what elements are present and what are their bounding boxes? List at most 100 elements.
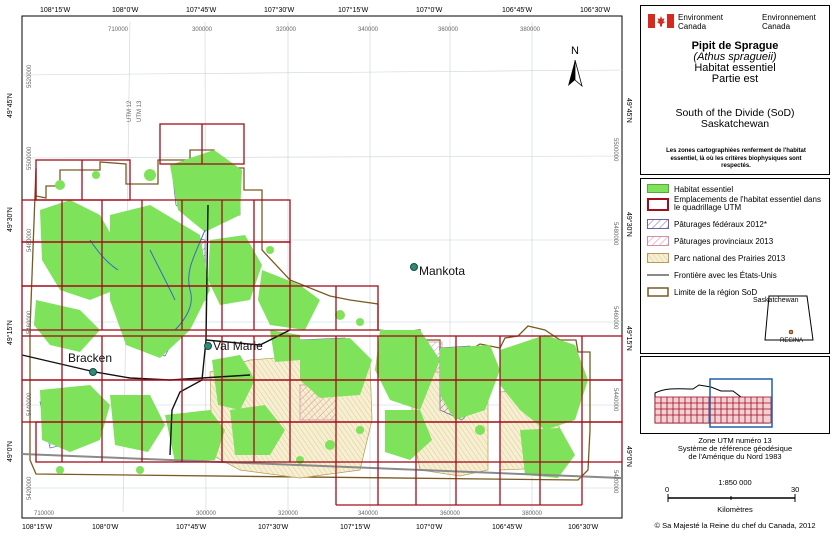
legend-panel: Habitat essentiel Emplacements de l'habi… xyxy=(640,178,830,354)
lon-bottom-4: 107°30'W xyxy=(258,523,289,531)
lon-top-5: 107°15'W xyxy=(338,6,369,14)
scale-min: 0 xyxy=(665,485,670,494)
lat-labels-right: 49°45'N 49°30'N 49°15'N 49°0'N xyxy=(625,98,633,467)
northing-right-3: 5460000 xyxy=(612,306,618,330)
northing-right-2: 5480000 xyxy=(612,222,618,246)
regina-marker xyxy=(788,329,794,335)
easting-top-2: 300000 xyxy=(192,27,213,33)
inset-city-label: REGINA xyxy=(780,338,804,344)
northing-right-5: 5420000 xyxy=(612,470,618,494)
legend-item-sod: Limite de la région SoD xyxy=(647,287,757,299)
dept-en-line1: Environment xyxy=(678,13,723,22)
northing-left-6: 5420000 xyxy=(27,476,33,500)
dept-en-line2: Canada xyxy=(678,22,707,31)
projection-block: Zone UTM numéro 13 Système de référence … xyxy=(640,437,830,461)
legend-label-federal: Pâturages fédéraux 2012* xyxy=(674,220,767,229)
lat-labels-left: 49°45'N 49°30'N 49°15'N 49°0'N xyxy=(6,93,14,462)
easting-top-4: 340000 xyxy=(358,27,379,33)
lon-top-1: 108°15'W xyxy=(40,6,71,14)
lon-labels-bottom: 108°15'W 108°0'W 107°45'W 107°30'W 107°1… xyxy=(22,523,599,531)
lon-bottom-6: 107°0'W xyxy=(416,523,443,531)
copyright: © Sa Majesté la Reine du chef du Canada,… xyxy=(654,521,816,530)
easting-bottom-2: 300000 xyxy=(196,511,217,517)
lat-left-3: 49°15'N xyxy=(6,320,14,345)
scale-unit: Kilomètres xyxy=(717,505,753,514)
legend-swatch-park xyxy=(647,253,669,263)
legend-label-utm-grid: Emplacements de l'habitat essentiel dans… xyxy=(674,195,821,212)
town-label-val-marie: Val Marie xyxy=(213,339,263,353)
region-line2: Saskatchewan xyxy=(700,118,770,130)
lat-left-4: 49°0'N xyxy=(6,441,14,462)
easting-top-1: 710000 xyxy=(108,27,129,33)
overview-grid xyxy=(654,396,772,424)
easting-bottom-4: 340000 xyxy=(358,511,379,517)
northing-left-5: 5440000 xyxy=(27,392,33,416)
legend-label-provincial: Pâturages provinciaux 2013 xyxy=(674,237,774,246)
town-label-bracken: Bracken xyxy=(68,351,112,365)
legend-swatch-habitat xyxy=(647,184,669,193)
northing-left-2: 5500000 xyxy=(27,146,33,170)
lon-top-8: 106°30'W xyxy=(580,6,611,14)
legend-label-sod: Limite de la région SoD xyxy=(674,288,758,297)
town-label-mankota: Mankota xyxy=(419,264,465,278)
easting-top-5: 360000 xyxy=(438,27,459,33)
northing-right-1: 5500000 xyxy=(612,138,618,162)
lon-top-4: 107°30'W xyxy=(264,6,295,14)
northing-left-3: 5480000 xyxy=(27,228,33,252)
lat-left-1: 49°45'N xyxy=(6,93,14,118)
north-arrow-label: N xyxy=(571,45,579,57)
title-part: Partie est xyxy=(711,73,759,85)
easting-bottom-1: 710000 xyxy=(34,511,55,517)
lat-right-3: 49°15'N xyxy=(625,326,633,351)
habitat-note: Les zones cartographiées renferment de l… xyxy=(666,148,806,169)
dept-fr-line2: Canada xyxy=(762,22,791,31)
lon-bottom-2: 108°0'W xyxy=(92,523,119,531)
map-title: Pipit de Sprague (Athus spragueii) Habit… xyxy=(641,41,829,85)
legend-swatch-provincial xyxy=(647,236,669,246)
legend-swatch-sod xyxy=(647,287,669,297)
lon-top-7: 106°45'W xyxy=(502,6,533,14)
region-title: South of the Divide (SoD) Saskatchewan xyxy=(641,108,829,130)
legend-swatch-federal xyxy=(647,219,669,229)
lat-right-1: 49°45'N xyxy=(625,98,633,123)
northing-right-4: 5440000 xyxy=(612,388,618,412)
title-panel: Environment Canada Environnement Canada … xyxy=(640,5,830,175)
scale-bar xyxy=(667,494,796,502)
easting-top-3: 320000 xyxy=(276,27,297,33)
utm12-label: UTM 12 xyxy=(127,100,133,122)
legend-item-federal: Pâturages fédéraux 2012* xyxy=(647,219,767,231)
dept-french: Environnement Canada xyxy=(762,13,816,31)
legend-item-park: Parc national des Prairies 2013 xyxy=(647,253,785,265)
northing-left-1: 5520000 xyxy=(27,64,33,88)
lon-top-3: 107°45'W xyxy=(186,6,217,14)
projection-line3: de l'Amérique du Nord 1983 xyxy=(688,452,782,461)
easting-bottom-5: 360000 xyxy=(440,511,461,517)
easting-bottom-3: 320000 xyxy=(278,511,299,517)
lon-bottom-1: 108°15'W xyxy=(22,523,53,531)
legend-swatch-utm-grid xyxy=(647,198,669,211)
dept-fr-line1: Environnement xyxy=(762,13,816,22)
town-marker-bracken xyxy=(89,368,97,376)
lon-top-6: 107°0'W xyxy=(416,6,443,14)
lat-right-2: 49°30'N xyxy=(625,212,633,237)
legend-item-utm-grid: Emplacements de l'habitat essentiel dans… xyxy=(647,196,824,218)
legend-label-border: Frontière avec les États-Unis xyxy=(674,271,777,280)
town-marker-val-marie xyxy=(204,342,212,350)
lon-labels-top: 108°15'W 108°0'W 107°45'W 107°30'W 107°1… xyxy=(40,6,611,14)
legend-item-provincial: Pâturages provinciaux 2013 xyxy=(647,236,773,248)
utm13-label: UTM 13 xyxy=(137,100,143,122)
legend-item-border: Frontière avec les États-Unis xyxy=(647,270,777,282)
lon-bottom-5: 107°15'W xyxy=(340,523,371,531)
northing-left-4: 5460000 xyxy=(27,310,33,334)
town-marker-mankota xyxy=(410,263,418,271)
legend-label-park: Parc national des Prairies 2013 xyxy=(674,254,786,263)
scale-max: 30 xyxy=(791,485,800,494)
lon-top-2: 108°0'W xyxy=(112,6,139,14)
legend-swatch-border xyxy=(647,274,669,276)
lat-right-4: 49°0'N xyxy=(625,446,633,467)
lat-left-2: 49°30'N xyxy=(6,207,14,232)
lon-bottom-8: 106°30'W xyxy=(568,523,599,531)
overview-map xyxy=(654,378,773,428)
easting-bottom-6: 380000 xyxy=(522,511,543,517)
canada-flag-icon xyxy=(648,14,674,28)
